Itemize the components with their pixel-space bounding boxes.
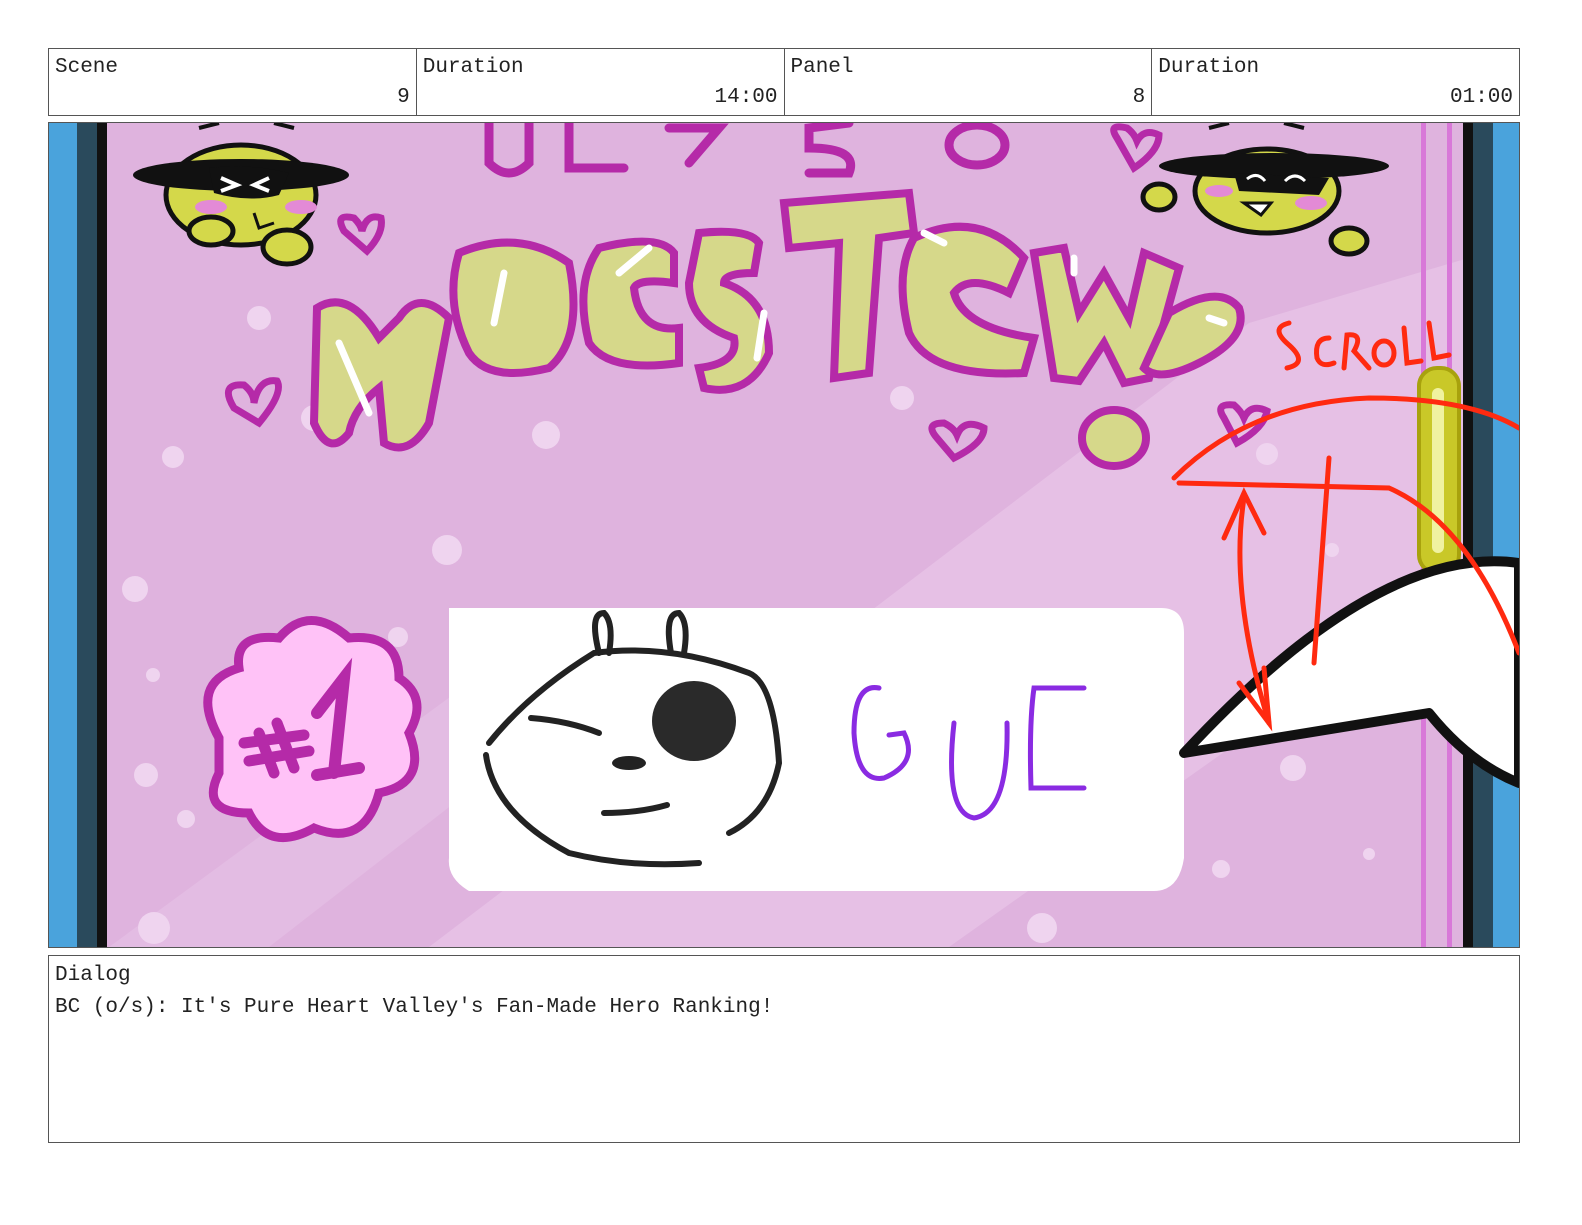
panel-duration-value: 01:00 [1449, 86, 1513, 109]
left-frame-blue [49, 123, 77, 947]
panel-duration-label: Duration [1158, 56, 1260, 79]
eye-patch [652, 681, 736, 761]
storyboard-header: Scene 9 Duration 14:00 Panel 8 Duration … [48, 48, 1520, 116]
left-frame-line [97, 123, 107, 947]
right-frame-line [1463, 123, 1473, 947]
storyboard-panel-image [48, 122, 1520, 948]
right-frame-blue [1493, 123, 1519, 947]
scene-number: 9 [397, 86, 410, 109]
scene-duration-cell: Duration 14:00 [417, 49, 785, 115]
dialog-label: Dialog [55, 964, 131, 987]
panel-cell: Panel 8 [785, 49, 1153, 115]
panel-number: 8 [1132, 86, 1146, 109]
ranking-card [448, 608, 1184, 891]
nose [612, 756, 646, 770]
dialog-text: BC (o/s): It's Pure Heart Valley's Fan-M… [55, 996, 774, 1019]
scene-cell: Scene 9 [49, 49, 417, 115]
scene-duration-value: 14:00 [714, 86, 778, 109]
right-frame-dark [1473, 123, 1493, 947]
dialog-box: Dialog BC (o/s): It's Pure Heart Valley'… [48, 955, 1520, 1143]
left-frame-dark [77, 123, 97, 947]
panel-label: Panel [790, 56, 854, 79]
panel-artwork [49, 123, 1519, 947]
panel-duration-cell: Duration 01:00 [1152, 49, 1519, 115]
scene-label: Scene [55, 56, 119, 79]
scene-duration-label: Duration [422, 56, 524, 79]
